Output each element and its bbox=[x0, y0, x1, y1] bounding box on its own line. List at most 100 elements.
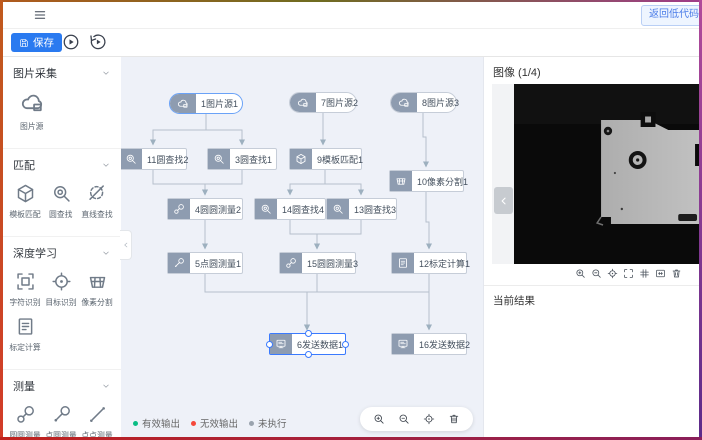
fit-icon[interactable] bbox=[654, 267, 667, 280]
preview-panel: 图像 (1/4) bbox=[484, 57, 699, 437]
tool-sidebar: 图片采集图片源匹配模板匹配圆查找直线查找深度学习字符识别目标识别像素分割标定计算… bbox=[3, 57, 122, 437]
flow-node-15[interactable]: 15圆圆测量3 bbox=[279, 252, 356, 274]
line-find-icon bbox=[87, 183, 108, 204]
flow-node-11[interactable]: 11圆查找2 bbox=[121, 148, 187, 170]
fullscreen-icon[interactable] bbox=[622, 267, 635, 280]
save-icon bbox=[19, 38, 29, 48]
sidebar-category-header[interactable]: 测量 bbox=[3, 376, 121, 396]
industrial-part-image bbox=[514, 84, 699, 264]
image-source-icon bbox=[290, 93, 316, 112]
run-continuous-button[interactable] bbox=[89, 33, 107, 51]
sidebar-tool-template-match[interactable]: 模板匹配 bbox=[7, 183, 43, 220]
circle-find-icon bbox=[255, 199, 277, 219]
sidebar-collapse-handle[interactable] bbox=[120, 230, 132, 260]
flow-node-12[interactable]: 12标定计算1 bbox=[391, 252, 467, 274]
sidebar-tool-label: 图片源 bbox=[20, 120, 43, 131]
app-window: 返回低代码 保存 图片采集图片源匹配模板匹配圆查找直线查找深度学习字符识别目标识… bbox=[3, 2, 699, 437]
node-connection-handle[interactable] bbox=[342, 341, 349, 348]
pixel-seg-icon bbox=[390, 171, 412, 191]
sidebar-tool-target[interactable]: 目标识别 bbox=[43, 271, 79, 308]
measure-cc-icon bbox=[168, 199, 190, 219]
sidebar-tool-measure-cc[interactable]: 圆圆测量 bbox=[7, 404, 43, 437]
sidebar-tool-calib-calc[interactable]: 标定计算 bbox=[7, 316, 43, 353]
measure-pc-icon bbox=[51, 404, 72, 425]
flow-node-16[interactable]: 16发送数据2 bbox=[391, 333, 467, 355]
sidebar-tool-measure-pc[interactable]: 点圆测量 bbox=[43, 404, 79, 437]
sidebar-category-header[interactable]: 图片采集 bbox=[3, 63, 121, 83]
legend-item: 有效输出 bbox=[133, 416, 180, 430]
sidebar-category-label: 深度学习 bbox=[13, 245, 57, 261]
flow-node-14[interactable]: 14圆查找4 bbox=[254, 198, 326, 220]
back-to-lowcode-button[interactable]: 返回低代码 bbox=[641, 5, 699, 26]
sidebar-tool-label: 圆查找 bbox=[49, 208, 72, 219]
locate-icon[interactable] bbox=[423, 413, 435, 425]
sidebar-category-header[interactable]: 匹配 bbox=[3, 155, 121, 175]
flow-edge bbox=[290, 220, 317, 248]
node-connection-handle[interactable] bbox=[305, 330, 312, 337]
flow-node-4[interactable]: 4圆圆测量2 bbox=[167, 198, 243, 220]
legend-label: 无效输出 bbox=[200, 416, 238, 430]
flow-node-13[interactable]: 13圆查找3 bbox=[326, 198, 397, 220]
header-bar: 返回低代码 bbox=[3, 2, 699, 29]
delete-icon[interactable] bbox=[670, 267, 683, 280]
flow-node-label: 7图片源2 bbox=[316, 96, 363, 109]
flow-node-1[interactable]: 1图片源1 bbox=[169, 93, 243, 114]
node-connection-handle[interactable] bbox=[305, 351, 312, 358]
sidebar-tool-ocr[interactable]: 字符识别 bbox=[7, 271, 43, 308]
flow-edge bbox=[205, 274, 307, 329]
sidebar-tool-label: 目标识别 bbox=[45, 296, 76, 307]
measure-cc-icon bbox=[280, 253, 302, 273]
image-source-icon bbox=[391, 93, 417, 112]
toolbar: 保存 bbox=[3, 29, 699, 57]
image-preview-area bbox=[492, 84, 699, 264]
flow-node-6[interactable]: 6发送数据1 bbox=[269, 333, 346, 355]
run-once-button[interactable] bbox=[62, 33, 80, 51]
zoom-out-icon[interactable] bbox=[398, 413, 410, 425]
delete-icon[interactable] bbox=[448, 413, 460, 425]
flow-edge bbox=[153, 170, 205, 194]
sidebar-category-header[interactable]: 深度学习 bbox=[3, 243, 121, 263]
sidebar-category-label: 测量 bbox=[13, 378, 35, 394]
sidebar-category-label: 匹配 bbox=[13, 157, 35, 173]
flow-node-9[interactable]: 9模板匹配1 bbox=[289, 148, 362, 170]
flow-node-7[interactable]: 7图片源2 bbox=[289, 92, 357, 113]
legend-item: 无效输出 bbox=[191, 416, 238, 430]
zoom-in-icon[interactable] bbox=[373, 413, 385, 425]
flow-node-10[interactable]: 10像素分割1 bbox=[389, 170, 464, 192]
screen-border-top bbox=[0, 0, 702, 2]
sidebar-tool-circle-find[interactable]: 圆查找 bbox=[43, 183, 79, 220]
screen-border-left bbox=[0, 0, 3, 440]
sidebar-category: 深度学习字符识别目标识别像素分割标定计算 bbox=[3, 237, 121, 370]
zoom-out-icon[interactable] bbox=[590, 267, 603, 280]
flow-node-label: 10像素分割1 bbox=[412, 175, 473, 188]
sidebar-tool-image-source[interactable]: 图片源 bbox=[9, 91, 55, 132]
previous-image-button[interactable] bbox=[494, 187, 513, 214]
flow-node-3[interactable]: 3圆查找1 bbox=[207, 148, 277, 170]
panel-divider bbox=[484, 285, 699, 286]
chevron-down-icon bbox=[101, 381, 111, 391]
image-source-icon bbox=[20, 91, 45, 116]
node-connection-handle[interactable] bbox=[266, 341, 273, 348]
flow-edges bbox=[121, 57, 483, 437]
hamburger-menu-icon[interactable] bbox=[33, 8, 47, 22]
save-button[interactable]: 保存 bbox=[11, 33, 62, 52]
grid-icon[interactable] bbox=[638, 267, 651, 280]
flow-edge bbox=[206, 114, 242, 144]
camera-image[interactable] bbox=[514, 84, 699, 264]
circle-find-icon bbox=[208, 149, 230, 169]
sidebar-tool-measure-pp[interactable]: 点点测量 bbox=[79, 404, 115, 437]
flow-node-5[interactable]: 5点圆测量1 bbox=[167, 252, 243, 274]
legend-dot bbox=[249, 421, 254, 426]
sidebar-tool-pixel-seg[interactable]: 像素分割 bbox=[79, 271, 115, 308]
flow-node-label: 3圆查找1 bbox=[230, 153, 277, 166]
flow-node-label: 14圆查找4 bbox=[277, 203, 329, 216]
flow-node-label: 15圆圆测量3 bbox=[302, 257, 363, 270]
sidebar-tool-line-find[interactable]: 直线查找 bbox=[79, 183, 115, 220]
output-legend: 有效输出无效输出未执行 bbox=[133, 416, 287, 430]
circle-find-icon bbox=[327, 199, 349, 219]
current-results-title: 当前结果 bbox=[493, 293, 535, 308]
zoom-in-icon[interactable] bbox=[574, 267, 587, 280]
locate-icon[interactable] bbox=[606, 267, 619, 280]
flow-node-8[interactable]: 8图片源3 bbox=[390, 92, 457, 113]
flow-canvas[interactable]: 1图片源1 7图片源2 8图片源3 11圆查找2 3圆查找1 9模板匹配1 10像素分割1 4… bbox=[121, 57, 484, 437]
